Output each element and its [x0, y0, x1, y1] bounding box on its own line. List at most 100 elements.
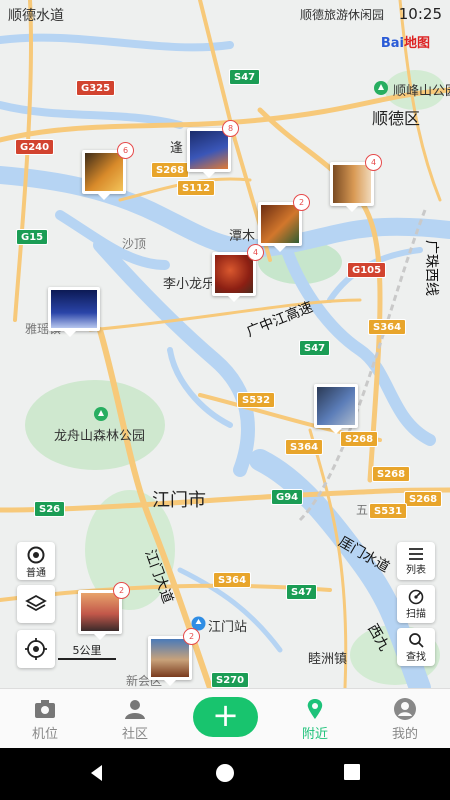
- pin-photo: [333, 165, 371, 203]
- list-icon: [409, 548, 423, 560]
- place-label: 潭木: [229, 229, 256, 244]
- photo-pin[interactable]: 8: [187, 120, 239, 178]
- road-label: 广珠西线: [423, 240, 439, 296]
- place-label: 龙舟山森林公园: [54, 429, 146, 444]
- locate-me-button[interactable]: [17, 630, 55, 668]
- photo-pin[interactable]: 2: [148, 628, 200, 686]
- road-shield: G105: [347, 262, 387, 278]
- layers-icon: [25, 594, 47, 612]
- place-label: 顺峰山公园: [393, 84, 450, 99]
- tab-label: 社区: [121, 727, 148, 742]
- tab-wode[interactable]: 我的: [360, 689, 450, 749]
- pin-count-badge: 6: [117, 142, 134, 159]
- map-view[interactable]: 顺峰山公园 顺德区 逢 潭木 沙顶 李小龙乐 雅瑶镇 龙舟山森林公园 江门市 五…: [0, 0, 450, 688]
- road-shield: S47: [229, 69, 261, 85]
- radar-icon: [408, 589, 424, 605]
- status-time: 10:25: [398, 5, 442, 23]
- station-label: 江门站: [208, 620, 248, 635]
- find-button[interactable]: 查找: [397, 628, 435, 666]
- status-left-text: 顺德水道: [8, 8, 64, 24]
- baidu-map-logo: Bai地图: [381, 32, 430, 51]
- pin-photo: [317, 387, 355, 425]
- pin-count-badge: 2: [183, 628, 200, 645]
- target-dot-icon: [27, 546, 45, 564]
- camera-icon: [35, 700, 55, 718]
- road-shield: S532: [237, 392, 276, 408]
- pin-photo: [151, 639, 189, 677]
- road-shield: S268: [151, 162, 190, 178]
- tab-label: 机位: [31, 727, 58, 742]
- photo-pin[interactable]: 4: [212, 244, 264, 302]
- road-shield: S268: [340, 431, 379, 447]
- tab-label: 我的: [391, 727, 418, 742]
- pin-count-badge: 4: [247, 244, 264, 261]
- road-shield: S270: [211, 672, 250, 688]
- pin-photo: [81, 593, 119, 631]
- tab-jiwei[interactable]: 机位: [0, 689, 90, 749]
- baidu-logo-suffix: 地图: [403, 36, 430, 51]
- profile-icon: [394, 698, 416, 720]
- road-shield: S47: [286, 584, 318, 600]
- photo-pin[interactable]: 4: [330, 154, 382, 212]
- search-icon: [409, 633, 424, 648]
- road-shield: S112: [177, 180, 216, 196]
- road-shield: S531: [369, 503, 408, 519]
- park-marker-icon: [374, 81, 388, 95]
- road-shield: G94: [271, 489, 304, 505]
- location-pin-icon: [307, 699, 323, 719]
- tab-shequ[interactable]: 社区: [90, 689, 180, 749]
- list-label: 列表: [406, 565, 426, 576]
- photo-pin[interactable]: 2: [78, 582, 130, 640]
- baidu-logo-text: Bai: [380, 36, 404, 51]
- photo-pin[interactable]: 2: [258, 194, 310, 252]
- recents-icon[interactable]: [343, 763, 361, 781]
- pin-photo: [215, 255, 253, 293]
- status-bar: 顺德水道 顺德旅游休闲园 10:25: [0, 0, 450, 28]
- map-mode-normal-button[interactable]: 普通: [17, 542, 55, 580]
- road-shield: S47: [299, 340, 331, 356]
- back-icon[interactable]: [87, 763, 107, 783]
- find-label: 查找: [406, 652, 426, 663]
- add-button[interactable]: +: [193, 697, 258, 737]
- tab-fujin[interactable]: 附近: [270, 689, 360, 749]
- layers-button[interactable]: [17, 585, 55, 623]
- pin-count-badge: 4: [365, 154, 382, 171]
- road-shield: G15: [16, 229, 49, 245]
- pin-photo: [85, 153, 123, 191]
- pin-photo: [190, 131, 228, 169]
- place-label: 李小龙乐: [163, 277, 216, 292]
- pin-photo: [261, 205, 299, 243]
- pin-count-badge: 2: [113, 582, 130, 599]
- city-label: 江门市: [152, 490, 206, 511]
- pin-photo: [51, 290, 97, 328]
- app-screen: 顺峰山公园 顺德区 逢 潭木 沙顶 李小龙乐 雅瑶镇 龙舟山森林公园 江门市 五…: [0, 0, 450, 800]
- place-label: 逢: [170, 141, 184, 156]
- photo-pin[interactable]: 6: [82, 142, 134, 200]
- map-scale: 5公里: [58, 642, 116, 660]
- tab-label: 附近: [301, 727, 328, 742]
- list-button[interactable]: 列表: [397, 542, 435, 580]
- road-shield: S364: [368, 319, 407, 335]
- photo-pin[interactable]: [314, 384, 358, 434]
- road-shield: S364: [285, 439, 324, 455]
- road-shield: G240: [15, 139, 55, 155]
- road-shield: S26: [34, 501, 66, 517]
- road-shield: G325: [76, 80, 116, 96]
- scan-label: 扫描: [406, 609, 426, 620]
- crosshair-icon: [25, 638, 47, 660]
- bottom-tab-bar: 机位 社区 + 附近 我的: [0, 688, 450, 748]
- map-mode-label: 普通: [26, 568, 46, 579]
- place-label: 顺德区: [372, 109, 421, 128]
- place-label: 沙顶: [122, 237, 147, 251]
- home-icon[interactable]: [215, 763, 235, 783]
- road-shield: S268: [372, 466, 411, 482]
- status-right-text: 顺德旅游休闲园: [299, 8, 384, 22]
- road-shield: S364: [213, 572, 252, 588]
- place-label: 睦洲镇: [308, 652, 348, 667]
- photo-pin[interactable]: [48, 287, 100, 337]
- system-navigation-bar: [0, 748, 450, 800]
- community-icon: [125, 700, 145, 719]
- scan-button[interactable]: 扫描: [397, 585, 435, 623]
- pin-count-badge: 2: [293, 194, 310, 211]
- pin-count-badge: 8: [222, 120, 239, 137]
